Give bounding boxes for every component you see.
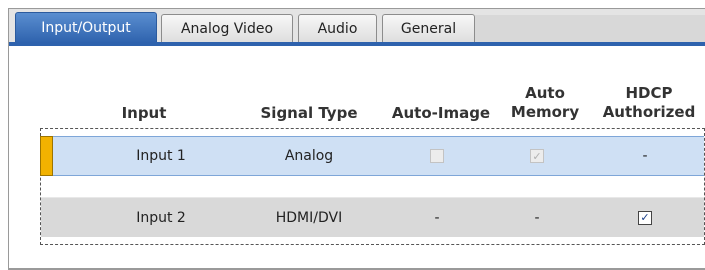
header-hdcp-authorized: HDCP Authorized xyxy=(593,84,705,122)
header-auto-memory-line1: Auto xyxy=(525,84,565,102)
header-hdcp-line2: Authorized xyxy=(602,103,696,121)
cell-signal-type: Analog xyxy=(284,148,334,164)
tab-general[interactable]: General xyxy=(382,14,475,42)
header-auto-memory-line2: Memory xyxy=(510,103,580,121)
header-signal-type: Signal Type xyxy=(260,104,358,122)
cell-auto-memory: - xyxy=(534,209,540,226)
tab-analog-video[interactable]: Analog Video xyxy=(161,14,293,42)
cell-input-name: Input 2 xyxy=(136,209,186,226)
header-hdcp-line1: HDCP xyxy=(625,84,673,102)
auto-memory-checkbox[interactable]: ✓ xyxy=(530,149,544,163)
inputs-table: Input 1 Analog ✓ - Input 2 HDMI/DVI - - … xyxy=(40,128,705,245)
tab-input-output[interactable]: Input/Output xyxy=(15,12,157,43)
cell-signal-type: HDMI/DVI xyxy=(275,209,343,226)
cell-input-name: Input 1 xyxy=(136,148,186,164)
tab-bar-filler xyxy=(475,15,705,42)
table-row-input-1[interactable]: Input 1 Analog ✓ - xyxy=(40,136,704,176)
hdcp-authorized-checkbox[interactable]: ✓ xyxy=(638,210,652,225)
cell-auto-image xyxy=(377,137,497,175)
cell-auto-memory: ✓ xyxy=(495,137,579,175)
row-selection-handle[interactable] xyxy=(40,136,53,176)
auto-image-checkbox[interactable] xyxy=(430,149,444,163)
tab-audio[interactable]: Audio xyxy=(298,14,377,42)
cell-auto-image: - xyxy=(434,209,440,226)
cell-hdcp-authorized: ✓ xyxy=(589,198,701,237)
header-input: Input xyxy=(121,104,167,122)
header-auto-image: Auto-Image xyxy=(391,104,491,122)
header-auto-memory: Auto Memory xyxy=(503,84,587,122)
table-row-input-2[interactable]: Input 2 HDMI/DVI - - ✓ xyxy=(41,197,704,237)
cell-hdcp-authorized: - xyxy=(642,148,648,164)
